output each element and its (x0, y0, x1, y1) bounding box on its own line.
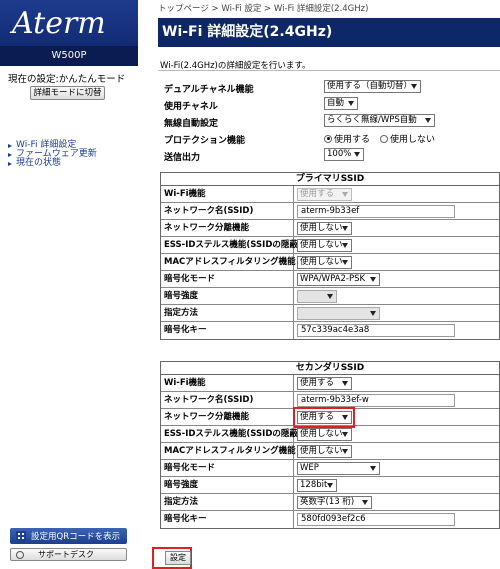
secondary-encryption-mode-select[interactable]: WEP (297, 462, 380, 475)
secondary-wifi-select[interactable]: 使用する (297, 377, 352, 390)
triangle-right-icon (8, 152, 12, 157)
support-desk-button[interactable]: サポートデスク (10, 548, 127, 561)
circle-icon (16, 550, 24, 559)
primary-ssid-table: プライマリSSID Wi-Fi機能 使用する ネットワーク名(SSID) ate… (160, 172, 500, 340)
primary-isolation-select[interactable]: 使用しない (297, 222, 352, 235)
secondary-method-select[interactable]: 英数字(13 桁) (297, 496, 372, 509)
secondary-ssid-table: セカンダリSSID Wi-Fi機能 使用する ネットワーク名(SSID) ate… (160, 361, 500, 529)
secondary-stealth-select[interactable]: 使用しない (297, 428, 352, 441)
primary-ssid-input[interactable]: aterm-9b33ef (297, 205, 455, 218)
aterm-logo: Aterm (12, 6, 106, 41)
dual-channel-label: デュアルチャネル機能 (164, 85, 254, 95)
main-content: トップページ > Wi-Fi 設定 > Wi-Fi 詳細設定(2.4GHz) W… (152, 0, 500, 569)
primary-method-select (297, 307, 380, 320)
table-row: ESS-IDステルス機能(SSIDの隠蔽) 使用しない (161, 237, 499, 254)
table-row: Wi-Fi機能 使用する (161, 186, 499, 203)
wireless-auto-label: 無線自動設定 (164, 119, 219, 129)
tx-power-label: 送信出力 (164, 153, 201, 163)
table-row: 暗号強度 (161, 288, 499, 305)
table-row: MACアドレスフィルタリング機能 使用しない (161, 443, 499, 460)
protection-on-radio[interactable]: 使用する (324, 132, 370, 145)
set-button[interactable]: 設定 (165, 551, 191, 565)
table-row: Wi-Fi機能 使用する (161, 375, 499, 392)
show-qr-code-button[interactable]: 設定用QRコードを表示 (10, 528, 127, 544)
table-row: ネットワーク分離機能 使用する (161, 407, 499, 428)
page-title: Wi-Fi 詳細設定(2.4GHz) (158, 18, 500, 47)
table-row: 指定方法 (161, 305, 499, 322)
logo-box: Aterm W500P (0, 0, 138, 66)
current-mode-text: 現在の設定:かんたんモード (8, 74, 126, 85)
table-row: ネットワーク名(SSID) aterm-9b33ef (161, 203, 499, 220)
primary-wifi-select: 使用する (297, 188, 352, 201)
dual-channel-select[interactable]: 使用する（自動切替） (324, 80, 421, 93)
channel-label: 使用チャネル (164, 102, 218, 112)
triangle-right-icon (8, 161, 12, 166)
table-row: 暗号化モード WPA/WPA2-PSK (161, 271, 499, 288)
tx-power-select[interactable]: 100% (324, 148, 364, 161)
table-row: MACアドレスフィルタリング機能 使用しない (161, 254, 499, 271)
protection-off-radio[interactable]: 使用しない (380, 132, 435, 145)
secondary-mac-filter-select[interactable]: 使用しない (297, 445, 352, 458)
secondary-ssid-input[interactable]: aterm-9b33ef-w (297, 394, 455, 407)
primary-stealth-select[interactable]: 使用しない (297, 239, 352, 252)
primary-ssid-header: プライマリSSID (161, 173, 499, 186)
radio-selected-icon (324, 134, 332, 143)
secondary-ssid-header: セカンダリSSID (161, 362, 499, 375)
triangle-right-icon (8, 143, 12, 148)
sidebar-nav: Wi-Fi 詳細設定 ファームウェア更新 現在の状態 (8, 141, 97, 168)
breadcrumb[interactable]: トップページ > Wi-Fi 設定 > Wi-Fi 詳細設定(2.4GHz) (158, 2, 368, 14)
table-row: ネットワーク分離機能 使用しない (161, 220, 499, 237)
primary-key-input[interactable]: 57c339ac4e3a8 (297, 324, 455, 337)
sidebar: Aterm W500P 現在の設定:かんたんモード 詳細モードに切替 Wi-Fi… (0, 0, 143, 569)
channel-select[interactable]: 自動 (324, 97, 358, 110)
primary-encryption-mode-select[interactable]: WPA/WPA2-PSK (297, 273, 380, 286)
table-row: 暗号化キー 580fd093ef2c6 (161, 511, 499, 528)
secondary-key-input[interactable]: 580fd093ef2c6 (297, 513, 455, 526)
switch-detail-mode-button[interactable]: 詳細モードに切替 (30, 86, 105, 100)
divider (158, 70, 500, 71)
table-row: 指定方法 英数字(13 桁) (161, 494, 499, 511)
sidebar-item-status[interactable]: 現在の状態 (8, 159, 97, 168)
primary-mac-filter-select[interactable]: 使用しない (297, 256, 352, 269)
qr-code-icon (16, 531, 26, 541)
protection-label: プロテクション機能 (164, 136, 246, 146)
table-row: 暗号化モード WEP (161, 460, 499, 477)
table-row: 暗号強度 128bit (161, 477, 499, 494)
highlight-box (293, 407, 355, 428)
table-row: ESS-IDステルス機能(SSIDの隠蔽) 使用しない (161, 426, 499, 443)
model-name: W500P (0, 46, 138, 66)
secondary-strength-select[interactable]: 128bit (297, 479, 337, 492)
primary-strength-select (297, 290, 337, 303)
radio-unselected-icon (380, 134, 388, 143)
table-row: 暗号化キー 57c339ac4e3a8 (161, 322, 499, 339)
wireless-auto-select[interactable]: らくらく無線/WPS自動 (324, 114, 435, 127)
